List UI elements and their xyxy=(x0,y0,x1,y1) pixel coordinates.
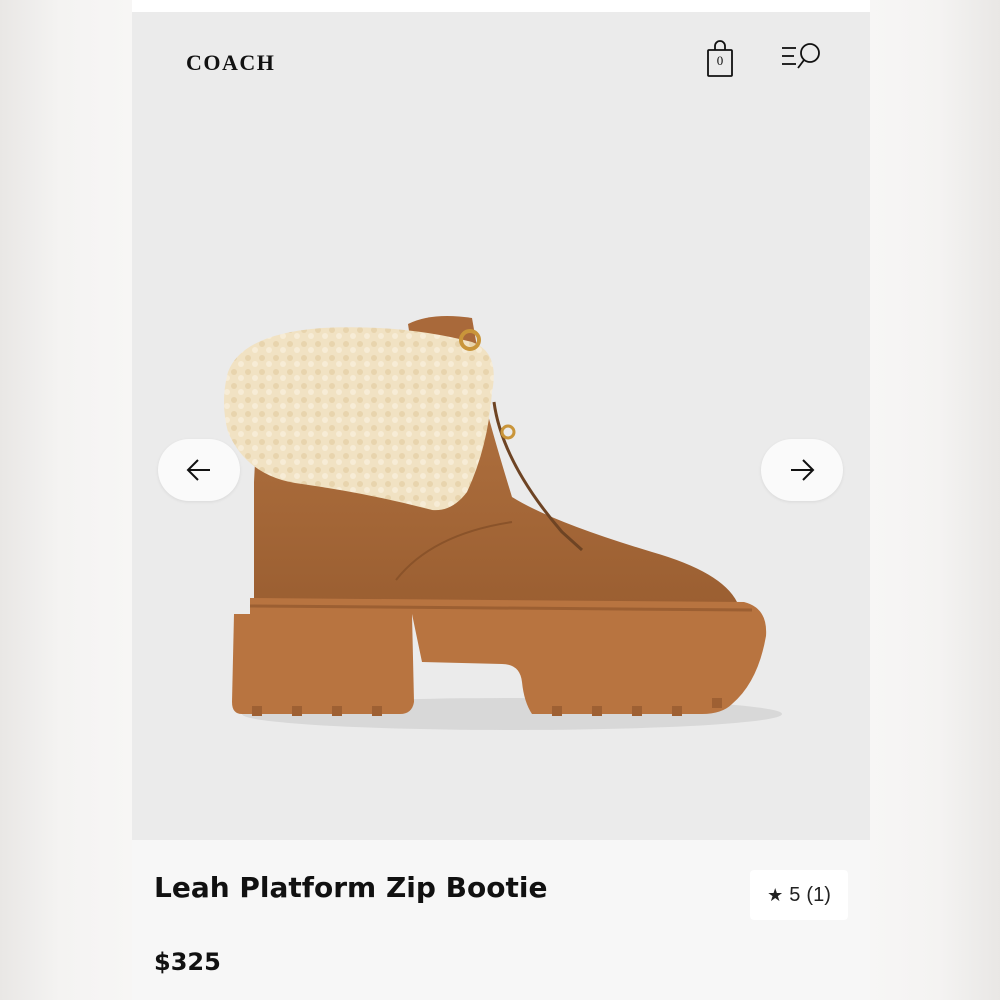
menu-search-button[interactable] xyxy=(780,40,826,74)
rating-badge[interactable]: ★ 5 (1) xyxy=(750,870,848,920)
arrow-right-icon xyxy=(791,459,815,481)
boot-hardware-zip xyxy=(500,424,516,440)
product-price: $325 xyxy=(154,948,221,976)
shopping-bag-button[interactable]: 0 xyxy=(702,38,738,80)
next-image-button[interactable] xyxy=(761,439,843,501)
arrow-left-icon xyxy=(186,459,210,481)
star-icon: ★ xyxy=(767,884,784,905)
boot-heel xyxy=(232,614,414,714)
product-title: Leah Platform Zip Bootie xyxy=(154,871,548,904)
previous-image-button[interactable] xyxy=(158,439,240,501)
bag-count: 0 xyxy=(716,53,724,68)
rating-score: 5 xyxy=(789,883,801,906)
brand-logo[interactable]: COACH xyxy=(186,50,275,76)
product-info: Leah Platform Zip Bootie $325 ★ 5 (1) xyxy=(132,840,870,1000)
menu-search-icon xyxy=(782,43,820,69)
phone-screen: COACH 0 Leah Platform Zip Bootie $325 ★ … xyxy=(132,0,870,1000)
status-strip xyxy=(132,0,870,12)
rating-count: (1) xyxy=(806,883,831,906)
site-header: COACH 0 xyxy=(132,12,870,102)
product-image[interactable] xyxy=(132,102,870,840)
